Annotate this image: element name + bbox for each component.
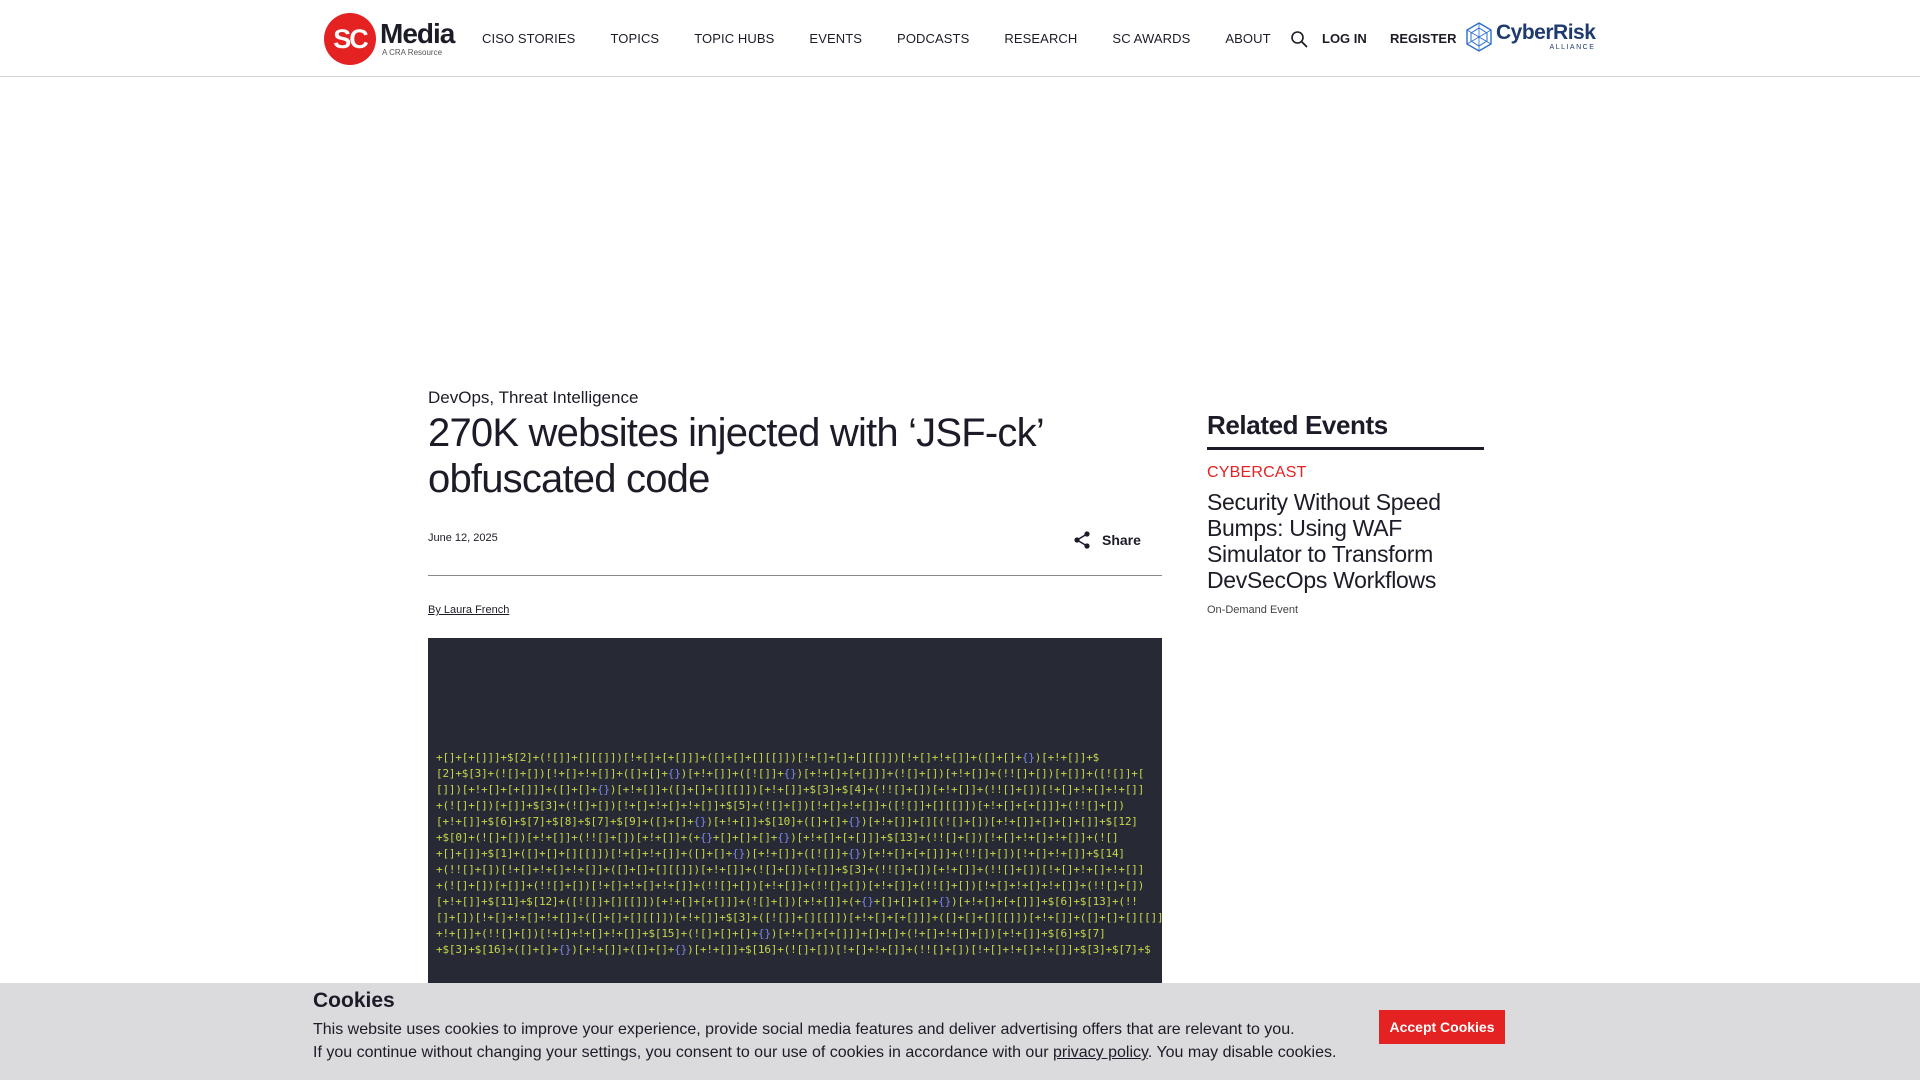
privacy-policy-link[interactable]: privacy policy	[1053, 1044, 1148, 1061]
nav-research[interactable]: RESEARCH	[1004, 31, 1077, 46]
cookie-text-part: If you continue without changing your se…	[313, 1044, 1053, 1061]
code-line: [2]+$[3]+(![]+[])[!+[]+!+[]]+([]+[]+{})[…	[436, 767, 1145, 780]
register-link[interactable]: REGISTER	[1390, 31, 1456, 46]
logo-mark: SC	[324, 13, 376, 65]
code-line: +$[3]+$[16]+([]+[]+{})[+!+[]]+([]+[]+{})…	[436, 943, 1151, 956]
code-line: [+!+[]]+$[6]+$[7]+$[8]+$[7]+$[9]+([]+[]+…	[436, 815, 1138, 828]
code-line: +[]+[+[]]]+$[2]+(![]]+[][[]])[!+[]+[+[]]…	[436, 751, 1100, 764]
code-line: +(![]+[])[+[]]+(!![]+[])[!+[]+!+[]+!+[]]…	[436, 879, 1145, 892]
nav-sc-awards[interactable]: SC AWARDS	[1112, 31, 1190, 46]
partner-sub: ALLIANCE	[1549, 44, 1596, 51]
article-categories: DevOps, Threat Intelligence	[428, 388, 638, 408]
code-line: +$[0]+(![]+[])[+!+[]]+(!![]+[])[+!+[]]+(…	[436, 831, 1119, 844]
share-label: Share	[1102, 532, 1141, 548]
code-line: []])[+!+[]+[+[]]]+([]+[]+{})[+!+[]]+([]+…	[436, 783, 1145, 796]
article-title: 270K websites injected with ‘JSF-ck’ obf…	[428, 411, 1043, 501]
nav-podcasts[interactable]: PODCASTS	[897, 31, 969, 46]
code-line: +(!![]+[])[!+[]+!+[]+!+[]]+([]+[]+[][[]]…	[436, 863, 1145, 876]
cyberrisk-icon	[1466, 22, 1492, 52]
site-header: SC Media A CRA Resource CISO STORIES TOP…	[0, 0, 1920, 77]
event-meta: On-Demand Event	[1207, 604, 1299, 616]
nav-ciso-stories[interactable]: CISO STORIES	[482, 31, 575, 46]
share-icon	[1074, 531, 1090, 549]
event-tag: CYBERCAST	[1207, 464, 1307, 481]
cookie-text-line2: If you continue without changing your se…	[313, 1044, 1336, 1062]
cookie-text-line1: This website uses cookies to improve you…	[313, 1021, 1295, 1038]
category-separator: ,	[489, 388, 499, 407]
cookie-title: Cookies	[313, 989, 395, 1012]
event-title-link[interactable]: Security Without Speed Bumps: Using WAF …	[1207, 489, 1484, 593]
nav-topic-hubs[interactable]: TOPIC HUBS	[694, 31, 774, 46]
accept-cookies-button[interactable]: Accept Cookies	[1379, 1010, 1505, 1044]
code-line: []+[])[!+[]+!+[]+!+[]]+([]+[]+[][[]])[+!…	[436, 911, 1162, 924]
cookie-text-part: . You may disable cookies.	[1147, 1044, 1337, 1061]
cookie-banner: Cookies This website uses cookies to imp…	[0, 983, 1920, 1080]
category-devops[interactable]: DevOps	[428, 388, 489, 407]
logo-tagline: A CRA Resource	[382, 48, 443, 57]
sc-media-logo[interactable]: SC Media A CRA Resource	[324, 13, 455, 65]
article-divider	[428, 575, 1162, 576]
article-date: June 12, 2025	[428, 532, 498, 544]
main-nav: CISO STORIES TOPICS TOPIC HUBS EVENTS PO…	[482, 0, 1271, 77]
partner-name: CyberRisk	[1496, 21, 1596, 44]
code-line: +[]+[]]+$[1]+([]+[]+[][[]])[!+[]+!+[]]+(…	[436, 847, 1125, 860]
search-icon[interactable]	[1290, 30, 1308, 48]
login-link[interactable]: LOG IN	[1322, 31, 1367, 46]
nav-topics[interactable]: TOPICS	[610, 31, 659, 46]
logo-name: Media	[380, 18, 455, 49]
nav-about[interactable]: ABOUT	[1225, 31, 1270, 46]
cyberrisk-alliance-logo[interactable]: CyberRisk ALLIANCE	[1466, 21, 1596, 52]
code-line: +(![]+[])[+[]]+$[3]+(![]+[])[!+[]+!+[]+!…	[436, 799, 1125, 812]
related-events-heading: Related Events	[1207, 410, 1484, 450]
code-line: +!+[]]+(!![]+[])[!+[]+!+[]+!+[]]+$[15]+(…	[436, 927, 1106, 940]
nav-events[interactable]: EVENTS	[809, 31, 862, 46]
category-threat-intelligence[interactable]: Threat Intelligence	[499, 388, 639, 407]
article-hero-image: +[]+[+[]]]+$[2]+(![]]+[][[]])[!+[]+[+[]]…	[428, 638, 1162, 983]
code-line: [+!+[]]+$[11]+$[12]+([![]]+[][[]])[+!+[]…	[436, 895, 1138, 908]
share-button[interactable]: Share	[1072, 530, 1141, 550]
article-author[interactable]: By Laura French	[428, 604, 509, 616]
